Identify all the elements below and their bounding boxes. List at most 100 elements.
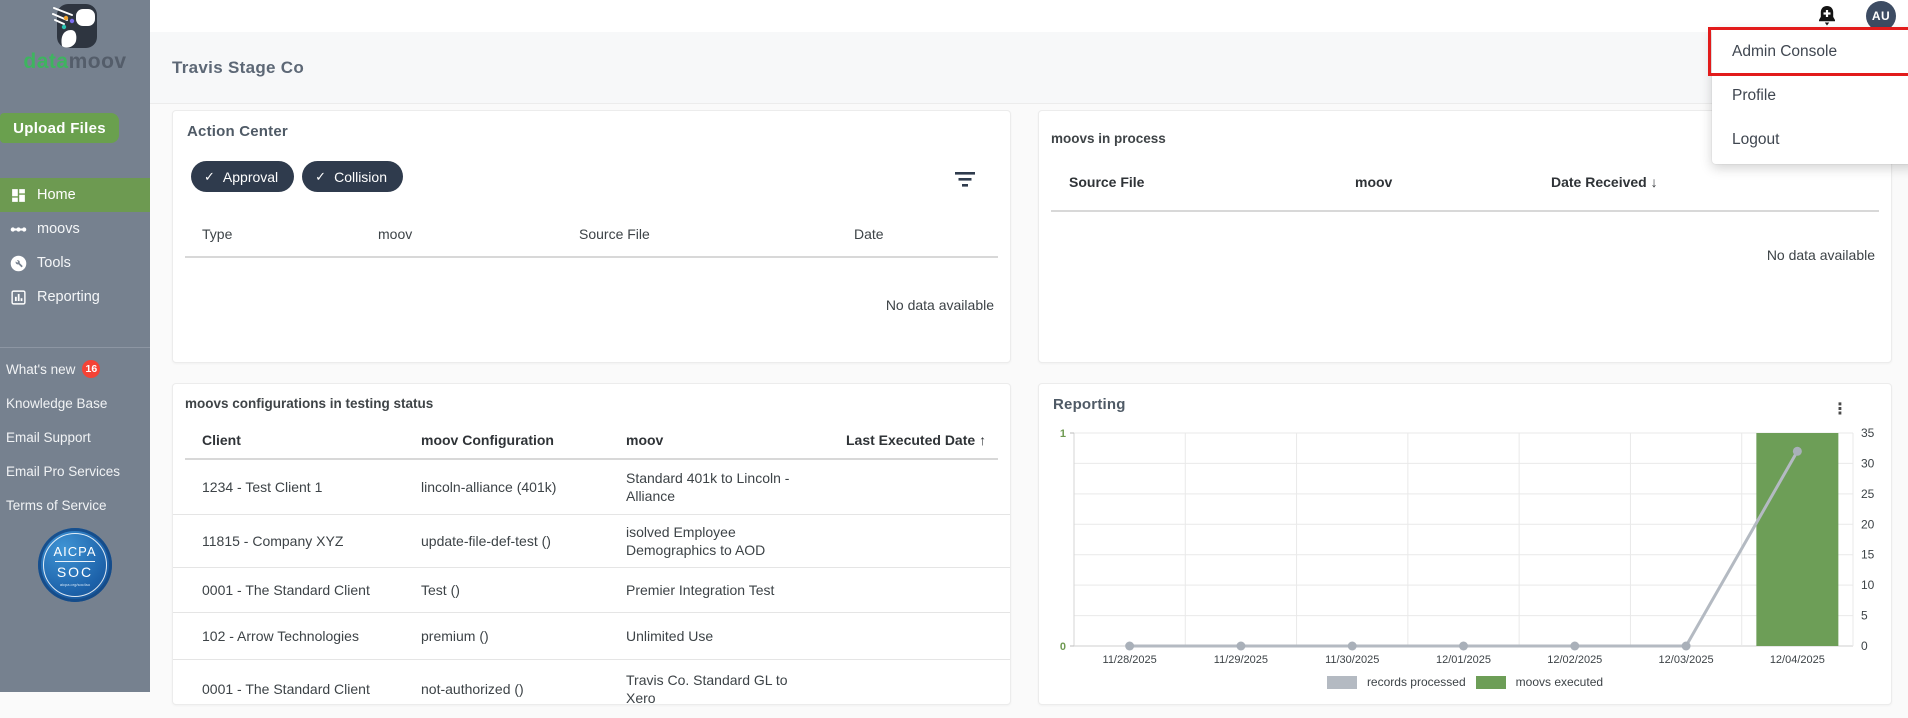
app-logo[interactable]: datamoov xyxy=(0,0,150,72)
card-title: moovs in process xyxy=(1051,131,1166,146)
cell-configuration: Test () xyxy=(421,582,460,598)
link-email-support[interactable]: Email Support xyxy=(0,420,150,454)
filter-icon[interactable] xyxy=(952,169,978,191)
legend-swatch-moovs xyxy=(1475,675,1506,689)
chip-label: Approval xyxy=(222,168,279,185)
link-terms-of-service[interactable]: Terms of Service xyxy=(0,488,150,522)
cell-configuration: update-file-def-test () xyxy=(421,533,551,549)
svg-text:11/29/2025: 11/29/2025 xyxy=(1214,654,1268,666)
link-knowledge-base[interactable]: Knowledge Base xyxy=(0,386,150,420)
seal-divider xyxy=(55,560,95,562)
col-label: Date Received xyxy=(1551,174,1647,190)
sidebar-item-moovs[interactable]: moovs xyxy=(0,212,150,246)
company-title: Travis Stage Co xyxy=(172,57,305,77)
bar-chart-icon xyxy=(11,289,26,305)
svg-text:11/28/2025: 11/28/2025 xyxy=(1103,654,1157,666)
sidebar-item-tools[interactable]: Tools xyxy=(0,246,150,280)
svg-text:12/04/2025: 12/04/2025 xyxy=(1770,654,1825,666)
legend-swatch-records xyxy=(1326,675,1357,689)
svg-text:15: 15 xyxy=(1861,548,1875,562)
sidebar-item-home[interactable]: Home xyxy=(0,178,150,212)
svg-text:12/01/2025: 12/01/2025 xyxy=(1436,654,1491,666)
card-title: moovs configurations in testing status xyxy=(185,396,434,411)
configs-table-body: 1234 - Test Client 1 lincoln-alliance (4… xyxy=(173,460,1010,718)
link-whats-new[interactable]: What's new 16 xyxy=(0,352,150,386)
seal-text-url: aicpa.org/soc4so xyxy=(59,581,91,587)
menu-item-logout[interactable]: Logout xyxy=(1712,118,1908,162)
svg-text:0: 0 xyxy=(1861,639,1868,653)
table-header-divider xyxy=(185,256,998,258)
dots-flow-icon xyxy=(10,226,27,232)
sidebar-links: What's new 16 Knowledge Base Email Suppo… xyxy=(0,352,150,522)
svg-text:25: 25 xyxy=(1861,487,1875,501)
empty-state-text: No data available xyxy=(1766,247,1875,263)
chip-collision[interactable]: ✓ Collision xyxy=(302,161,403,192)
sidebar-item-label: Reporting xyxy=(37,289,100,305)
table-row[interactable]: 1234 - Test Client 1 lincoln-alliance (4… xyxy=(173,460,1010,515)
cell-moov: Standard 401k to Lincoln - Alliance xyxy=(626,470,790,504)
col-date-received-sort[interactable]: Date Received ↓ xyxy=(1551,174,1658,190)
svg-text:11/30/2025: 11/30/2025 xyxy=(1325,654,1379,666)
sidebar-nav: Home moovs Tools Reporting xyxy=(0,178,150,314)
col-moov: moov xyxy=(1355,174,1393,190)
cell-client: 1234 - Test Client 1 xyxy=(202,479,323,495)
cell-configuration: not-authorized () xyxy=(421,681,524,697)
cell-moov: Unlimited Use xyxy=(626,628,714,644)
upload-files-button[interactable]: Upload Files xyxy=(0,113,119,143)
table-header-divider xyxy=(1051,210,1879,212)
user-menu: Admin Console Profile Logout xyxy=(1712,28,1908,164)
dashboard-icon xyxy=(12,188,25,202)
page-header: Travis Stage Co xyxy=(150,32,1908,104)
col-type: Type xyxy=(202,226,233,242)
check-icon: ✓ xyxy=(204,168,215,184)
cell-client: 102 - Arrow Technologies xyxy=(202,628,359,644)
aicpa-soc-seal-inner: AICPA SOC aicpa.org/soc4so xyxy=(43,533,107,597)
wrench-icon xyxy=(10,255,27,271)
notifications-bell-icon[interactable] xyxy=(1814,3,1840,31)
cell-client: 0001 - The Standard Client xyxy=(202,681,370,697)
legend-label-records: records processed xyxy=(1366,675,1466,689)
link-label: Terms of Service xyxy=(6,497,107,513)
sidebar: datamoov Upload Files Home moovs Tools R… xyxy=(0,0,150,692)
svg-text:30: 30 xyxy=(1861,456,1875,470)
check-icon: ✓ xyxy=(315,168,327,184)
svg-text:12/03/2025: 12/03/2025 xyxy=(1659,654,1714,666)
chart-legend: records processed moovs executed xyxy=(1039,675,1891,689)
table-row[interactable]: 0001 - The Standard Client Test () Premi… xyxy=(173,568,1010,613)
sidebar-item-label: Tools xyxy=(37,255,71,271)
col-source-file: Source File xyxy=(579,226,650,242)
link-label: Email Support xyxy=(6,429,91,445)
col-last-executed-sort[interactable]: Last Executed Date ↑ xyxy=(846,432,986,448)
col-moov-configuration: moov Configuration xyxy=(421,432,554,448)
menu-item-admin-console[interactable]: Admin Console xyxy=(1712,30,1908,74)
svg-text:0: 0 xyxy=(1060,641,1066,653)
cell-client: 11815 - Company XYZ xyxy=(202,533,344,549)
col-moov: moov xyxy=(378,226,413,242)
svg-text:10: 10 xyxy=(1861,578,1875,592)
reporting-chart: 10 0510152025303511/28/2025 11/29/2025 11/3… xyxy=(1060,426,1875,666)
sidebar-divider xyxy=(0,347,150,348)
menu-item-profile[interactable]: Profile xyxy=(1712,74,1908,118)
datamoov-logo-icon xyxy=(52,4,97,48)
cell-moov: Travis Co. Standard GL to Xero xyxy=(626,672,788,706)
sidebar-item-reporting[interactable]: Reporting xyxy=(0,280,150,314)
cell-moov: isolved Employee Demographics to AOD xyxy=(626,524,766,558)
user-avatar[interactable]: AU xyxy=(1866,1,1896,31)
cell-moov: Premier Integration Test xyxy=(626,582,775,598)
svg-text:5: 5 xyxy=(1861,609,1868,623)
chip-approval[interactable]: ✓ Approval xyxy=(191,161,295,192)
svg-text:1: 1 xyxy=(1060,428,1066,440)
logo-wordmark: datamoov xyxy=(23,50,127,73)
empty-state-text: No data available xyxy=(885,297,994,313)
link-email-pro-services[interactable]: Email Pro Services xyxy=(0,454,150,488)
table-row[interactable]: 0001 - The Standard Client not-authorize… xyxy=(173,660,1010,718)
svg-text:35: 35 xyxy=(1861,426,1875,440)
table-row[interactable]: 102 - Arrow Technologies premium () Unli… xyxy=(173,613,1010,660)
cell-configuration: lincoln-alliance (401k) xyxy=(421,479,557,495)
sort-asc-icon: ↑ xyxy=(979,432,987,448)
reporting-card: Reporting ⋮ 1 0 0 5 10 15 20 25 30 35 11/28/2025 11… xyxy=(1038,383,1892,705)
sidebar-item-label: Home xyxy=(37,187,76,203)
cell-client: 0001 - The Standard Client xyxy=(202,582,370,598)
table-row[interactable]: 11815 - Company XYZ update-file-def-test… xyxy=(173,515,1010,568)
link-label: What's new xyxy=(6,361,76,377)
